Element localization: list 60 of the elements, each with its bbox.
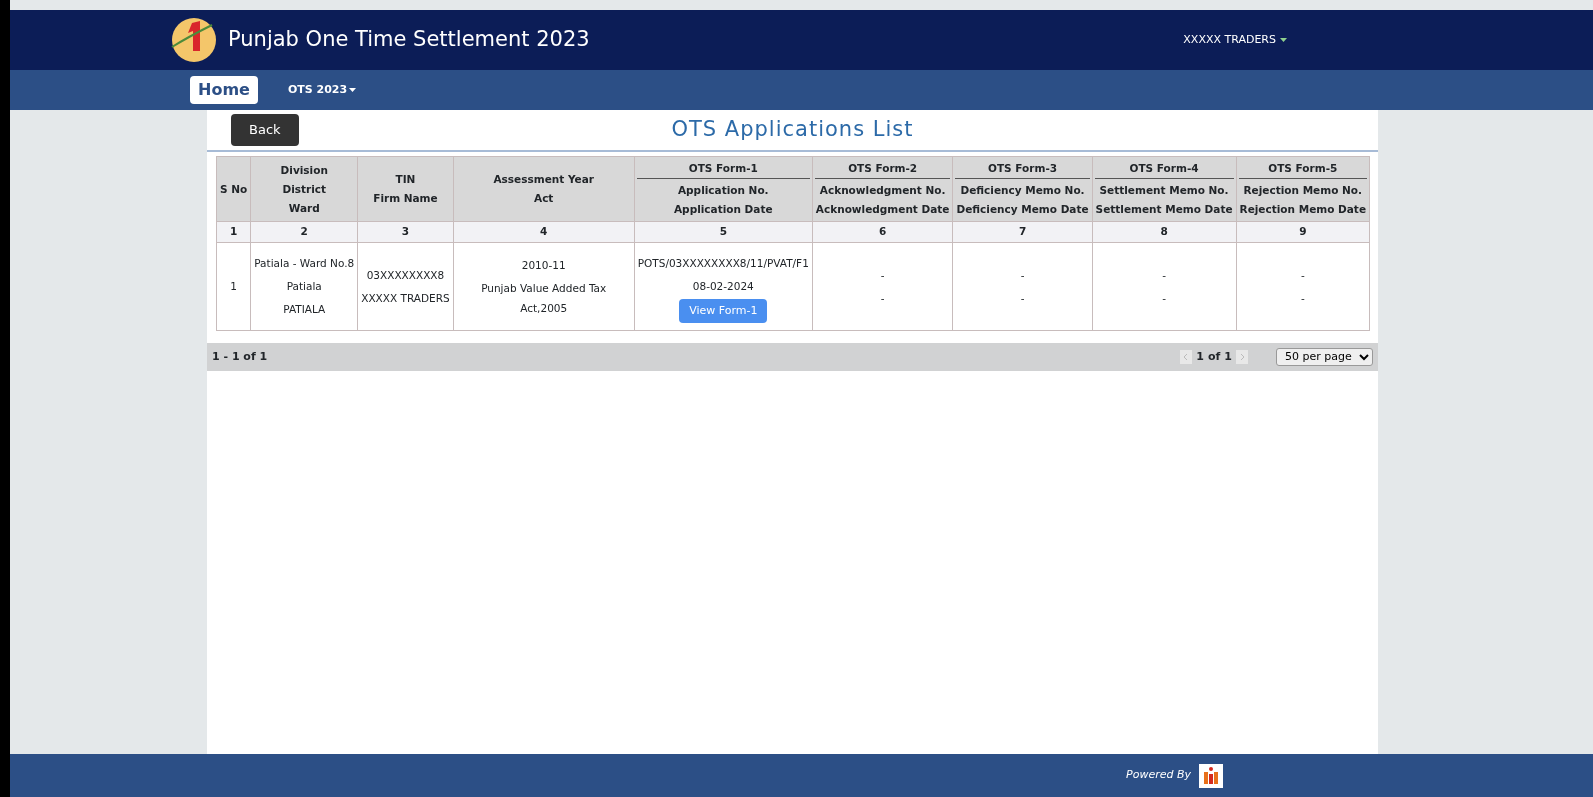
column-header-line: Act bbox=[533, 191, 555, 206]
chevron-left-icon bbox=[1184, 353, 1189, 360]
cell-text: - bbox=[1299, 267, 1306, 283]
column-number: 1 bbox=[216, 221, 251, 243]
column-header-line: Division bbox=[279, 162, 329, 178]
cell-text: PATIALA bbox=[282, 302, 327, 318]
cell-text: Punjab Value Added Tax Act,2005 bbox=[480, 280, 608, 316]
column-header-line: Firm Name bbox=[372, 191, 439, 206]
cell-text: XXXXX TRADERS bbox=[361, 290, 450, 306]
column-header-line: Settlement Memo Date bbox=[1095, 202, 1233, 217]
column-header-line: Settlement Memo No. bbox=[1098, 183, 1230, 198]
page-size-select[interactable]: 50 per page bbox=[1276, 347, 1373, 366]
cell-text: 1 bbox=[229, 279, 238, 295]
column-header-line: Acknowledgment No. bbox=[818, 183, 947, 198]
page-title: OTS Applications List bbox=[671, 116, 914, 144]
caret-icon bbox=[1280, 38, 1287, 42]
pager-summary: 1 - 1 of 1 bbox=[212, 348, 268, 365]
previous-page-button[interactable] bbox=[1180, 349, 1193, 364]
column-header-line: District bbox=[281, 181, 328, 197]
powered-by-text: Powered By bbox=[1126, 767, 1191, 784]
page-number: 1 bbox=[1196, 348, 1204, 365]
company-logo-icon bbox=[1199, 763, 1223, 788]
cell-text: Patiala - Ward No.8 bbox=[254, 256, 355, 272]
column-header-line: Application No. bbox=[676, 183, 770, 198]
cell-text: 08-02-2024 bbox=[691, 278, 755, 294]
next-page-button[interactable] bbox=[1236, 349, 1248, 364]
cell-text: - bbox=[1019, 267, 1026, 283]
nav-tab[interactable]: Home bbox=[190, 76, 258, 104]
column-header-line: Deficiency Memo Date bbox=[956, 202, 1089, 217]
cell-text: POTS/03XXXXXXXX8/11/PVAT/F1 bbox=[637, 255, 809, 271]
column-group-title: OTS Form-2 bbox=[847, 161, 919, 176]
cell-text: - bbox=[1161, 267, 1167, 283]
column-group-title: OTS Form-1 bbox=[687, 161, 759, 176]
column-header-line: Acknowledgment Date bbox=[815, 202, 950, 217]
cell-text: 03XXXXXXXX8 bbox=[365, 267, 446, 283]
column-header-line: TIN bbox=[394, 172, 417, 187]
column-group-title: OTS Form-4 bbox=[1128, 161, 1200, 176]
cell-text: - bbox=[1019, 290, 1026, 306]
column-header-line: Application Date bbox=[673, 202, 774, 217]
page-of: of bbox=[1208, 348, 1221, 365]
cell-text: - bbox=[1299, 290, 1306, 306]
cell-text: Patiala bbox=[285, 279, 323, 295]
column-header-line: Rejection Memo No. bbox=[1242, 183, 1363, 198]
column-header-line: Rejection Memo Date bbox=[1239, 202, 1366, 217]
cell-text: - bbox=[1161, 290, 1167, 306]
column-group-title: OTS Form-5 bbox=[1267, 161, 1339, 176]
cell-text: 2010-11 bbox=[520, 257, 567, 273]
column-header-line: Ward bbox=[287, 200, 321, 216]
nav-tab[interactable]: OTS 2023 bbox=[281, 80, 363, 100]
cell-text: - bbox=[879, 267, 886, 283]
user-menu[interactable]: XXXXX TRADERS bbox=[1177, 30, 1293, 50]
cell-text: - bbox=[879, 290, 886, 306]
page-count: 1 bbox=[1224, 348, 1232, 365]
site-title: Punjab One Time Settlement 2023 bbox=[228, 26, 590, 54]
column-header-line: S No bbox=[220, 181, 248, 197]
column-header-line: Deficiency Memo No. bbox=[959, 183, 1086, 198]
back-button[interactable]: Back bbox=[231, 114, 299, 146]
column-group-title: OTS Form-3 bbox=[987, 161, 1059, 176]
column-header-line: Assessment Year bbox=[492, 172, 595, 187]
chevron-right-icon bbox=[1240, 353, 1244, 360]
